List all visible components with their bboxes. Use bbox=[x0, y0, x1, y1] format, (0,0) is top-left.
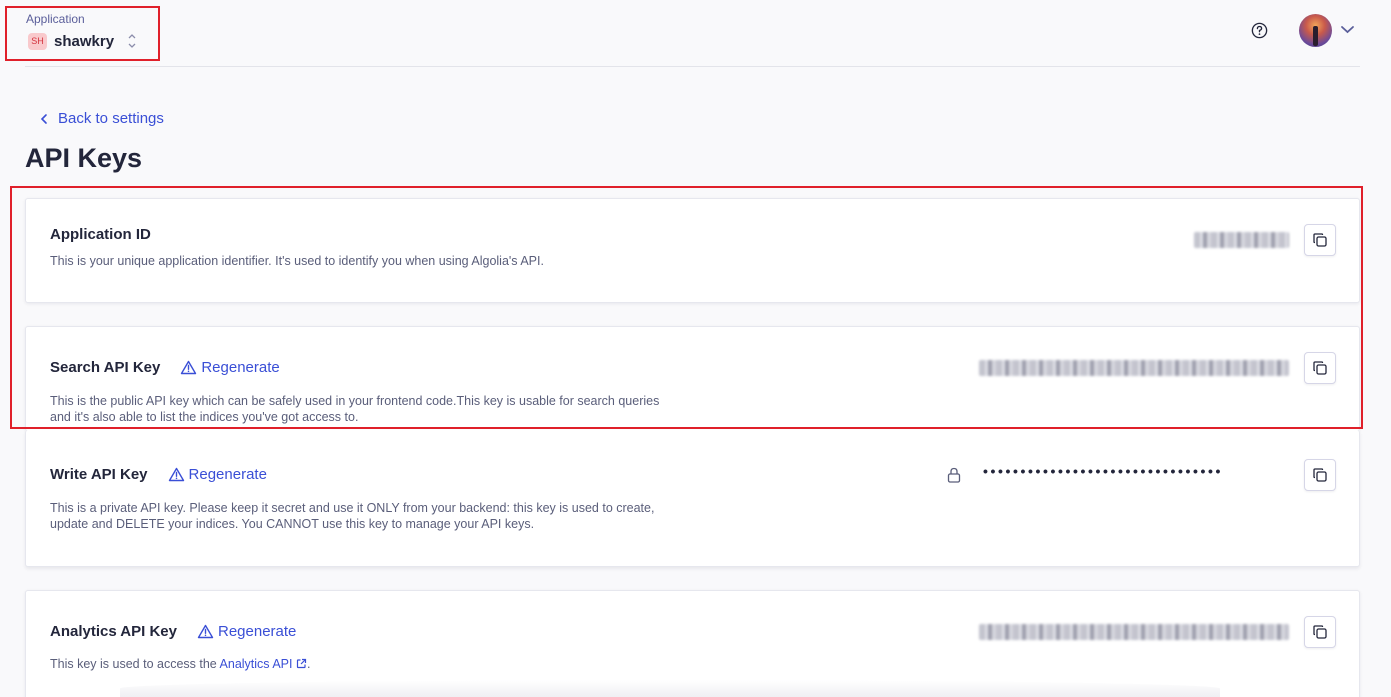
user-avatar[interactable] bbox=[1299, 14, 1332, 47]
write-api-key-masked-value: •••••••••••••••••••••••••••••••• bbox=[983, 463, 1224, 479]
analytics-description-suffix: . bbox=[306, 657, 311, 671]
analytics-api-link[interactable]: Analytics API bbox=[220, 657, 307, 671]
write-api-key-title-row: Write API Key Regenerate bbox=[50, 466, 267, 483]
analytics-api-key-title: Analytics API Key bbox=[50, 623, 177, 640]
regenerate-search-key-button[interactable]: Regenerate bbox=[180, 359, 280, 376]
analytics-api-link-label: Analytics API bbox=[219, 657, 293, 671]
application-badge: SH bbox=[28, 32, 47, 50]
copy-search-api-key-button[interactable] bbox=[1304, 352, 1336, 384]
write-api-key-description-line1: This is a private API key. Please keep i… bbox=[50, 501, 655, 515]
application-id-description: This is your unique application identifi… bbox=[50, 254, 544, 268]
regenerate-analytics-key-button[interactable]: Regenerate bbox=[197, 623, 296, 640]
application-id-value bbox=[1194, 232, 1289, 248]
application-id-card: Application ID This is your unique appli… bbox=[25, 198, 1360, 303]
avatar-figure bbox=[1313, 26, 1318, 46]
search-api-key-description-line1: This is the public API key which can be … bbox=[50, 394, 660, 408]
application-id-title: Application ID bbox=[50, 226, 151, 243]
warning-triangle-icon bbox=[181, 360, 197, 375]
analytics-api-key-value bbox=[979, 624, 1289, 640]
copy-icon bbox=[1313, 233, 1327, 247]
analytics-api-key-title-row: Analytics API Key Regenerate bbox=[50, 623, 296, 640]
help-circle-icon[interactable] bbox=[1250, 21, 1269, 40]
regenerate-analytics-key-label: Regenerate bbox=[218, 623, 297, 640]
warning-triangle-icon bbox=[168, 467, 184, 482]
application-id-title-row: Application ID bbox=[50, 226, 151, 243]
search-api-key-title-row: Search API Key Regenerate bbox=[50, 359, 280, 376]
analytics-description-prefix: This key is used to access the bbox=[50, 657, 220, 671]
copy-analytics-api-key-button[interactable] bbox=[1304, 616, 1336, 648]
regenerate-search-key-label: Regenerate bbox=[201, 359, 280, 376]
regenerate-write-key-label: Regenerate bbox=[188, 466, 267, 483]
lock-icon bbox=[947, 467, 961, 483]
copy-application-id-button[interactable] bbox=[1304, 224, 1336, 256]
bottom-shadow bbox=[120, 680, 1220, 697]
analytics-api-key-description: This key is used to access the Analytics… bbox=[50, 656, 310, 672]
search-api-key-card: Search API Key Regenerate This is the pu… bbox=[25, 326, 1360, 431]
copy-write-api-key-button[interactable] bbox=[1304, 459, 1336, 491]
warning-triangle-icon bbox=[197, 624, 214, 639]
chevron-left-icon bbox=[40, 113, 47, 124]
copy-icon bbox=[1313, 468, 1327, 482]
search-api-key-value bbox=[979, 360, 1289, 376]
copy-icon bbox=[1313, 625, 1327, 639]
write-api-key-title: Write API Key bbox=[50, 466, 148, 483]
write-api-key-description-line2: update and DELETE your indices. You CANN… bbox=[50, 517, 535, 531]
back-to-settings-link[interactable]: Back to settings bbox=[40, 110, 164, 127]
page-title: API Keys bbox=[25, 143, 143, 173]
application-row[interactable]: SH shawkry bbox=[28, 32, 137, 50]
back-to-settings-label: Back to settings bbox=[58, 110, 164, 127]
search-api-key-title: Search API Key bbox=[50, 359, 161, 376]
chevron-down-icon[interactable] bbox=[1340, 24, 1355, 35]
application-selector[interactable]: Application SH shawkry bbox=[5, 6, 160, 61]
external-link-icon bbox=[296, 658, 307, 669]
header-divider bbox=[25, 66, 1360, 67]
copy-icon bbox=[1313, 361, 1327, 375]
application-name: shawkry bbox=[54, 32, 115, 50]
regenerate-write-key-button[interactable]: Regenerate bbox=[168, 466, 267, 483]
top-header: Application SH shawkry bbox=[0, 0, 1391, 67]
application-label: Application bbox=[26, 12, 85, 26]
write-api-key-card: Write API Key Regenerate This is a priva… bbox=[25, 430, 1360, 567]
chevron-up-down-icon bbox=[128, 34, 136, 48]
search-api-key-description-line2: and it's also able to list the indices y… bbox=[50, 410, 359, 424]
